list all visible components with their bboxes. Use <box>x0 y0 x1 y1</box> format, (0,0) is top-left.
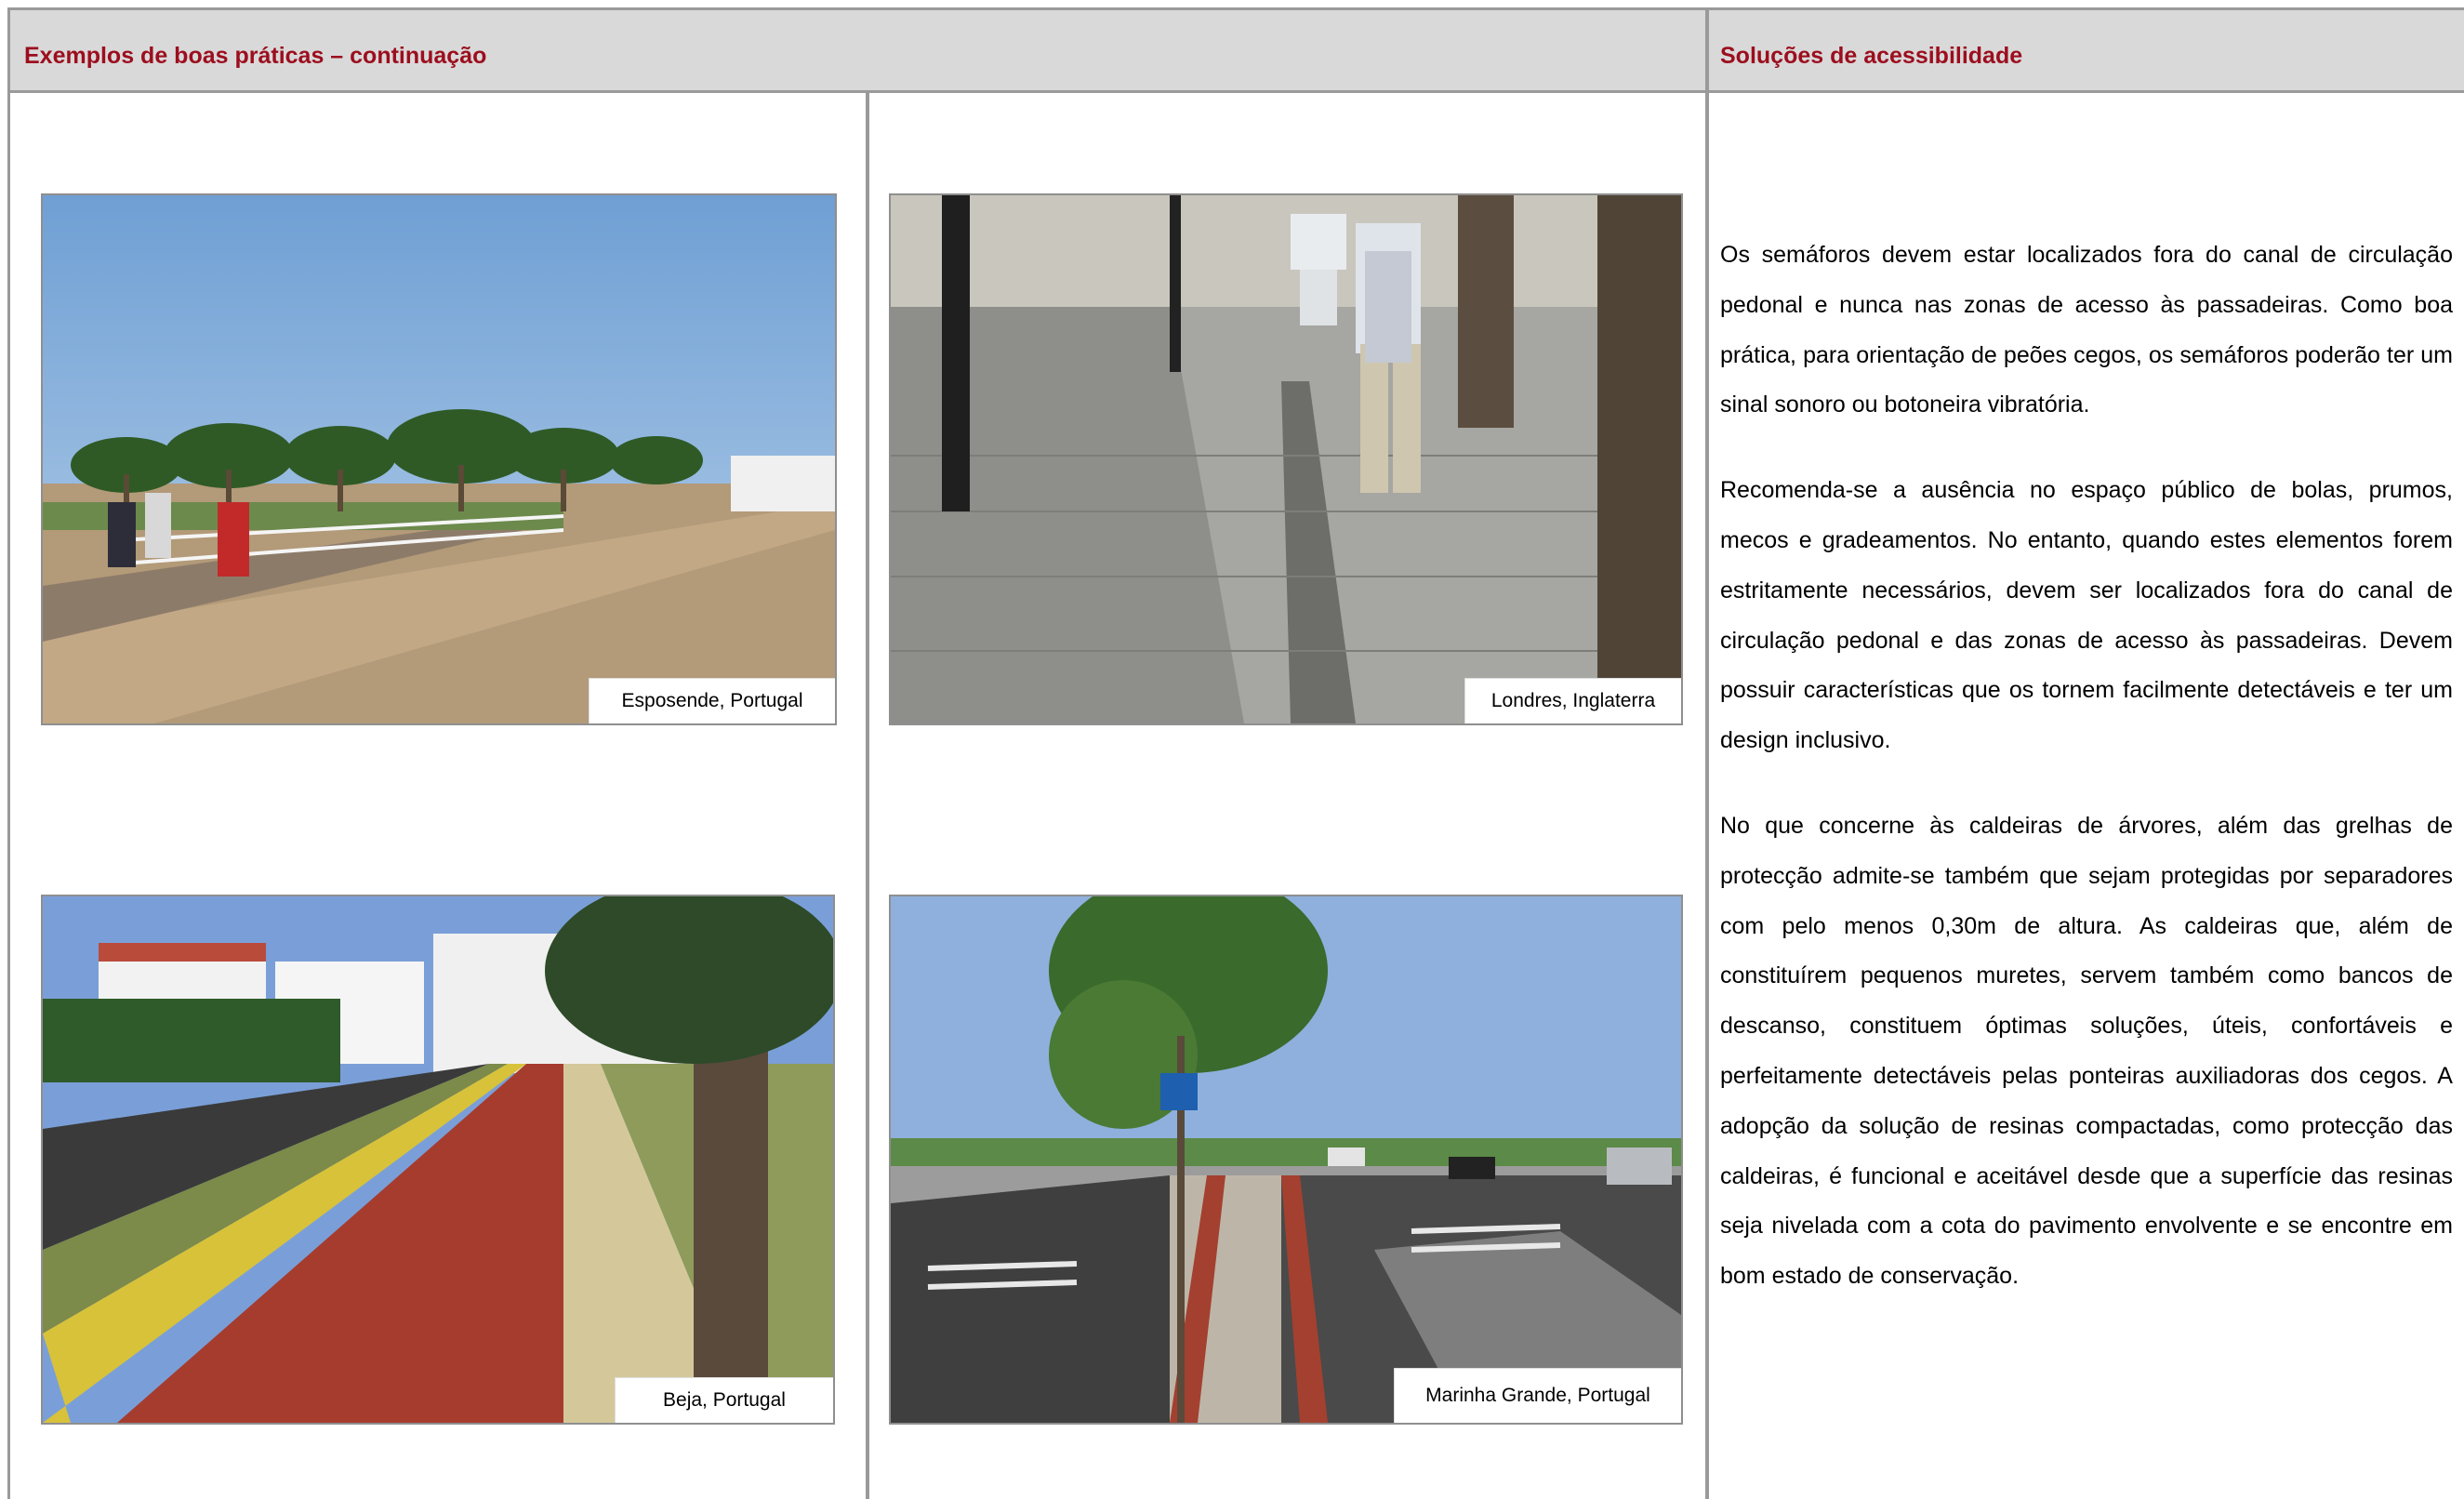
beja-image <box>43 896 833 1423</box>
photo-beja: Beja, Portugal <box>41 895 835 1425</box>
left-border <box>7 7 10 1499</box>
paragraph-tree-pits: No que concerne às caldeiras de árvores,… <box>1720 812 2453 1290</box>
photo-caption: Esposende, Portugal <box>589 678 835 723</box>
column-divider <box>866 91 869 1499</box>
esposende-image <box>43 195 835 723</box>
photo-londres: Londres, Inglaterra <box>889 193 1683 725</box>
header-divider <box>1705 7 1709 1499</box>
paragraph-traffic-lights: Os semáforos devem estar localizados for… <box>1720 242 2453 418</box>
marinha-grande-image <box>891 896 1681 1423</box>
section-title-right: Soluções de acessibilidade <box>1720 43 2023 69</box>
accessibility-text: Os semáforos devem estar localizados for… <box>1720 231 2453 1337</box>
londres-image <box>891 195 1681 723</box>
photo-marinha-grande: Marinha Grande, Portugal <box>889 895 1683 1425</box>
photo-caption: Londres, Inglaterra <box>1464 678 1681 723</box>
photo-caption: Beja, Portugal <box>615 1377 833 1423</box>
photo-esposende: Esposende, Portugal <box>41 193 837 725</box>
photo-caption: Marinha Grande, Portugal <box>1394 1368 1681 1423</box>
paragraph-bollards: Recomenda-se a ausência no espaço públic… <box>1720 477 2453 754</box>
section-title-left: Exemplos de boas práticas – continuação <box>24 43 487 69</box>
